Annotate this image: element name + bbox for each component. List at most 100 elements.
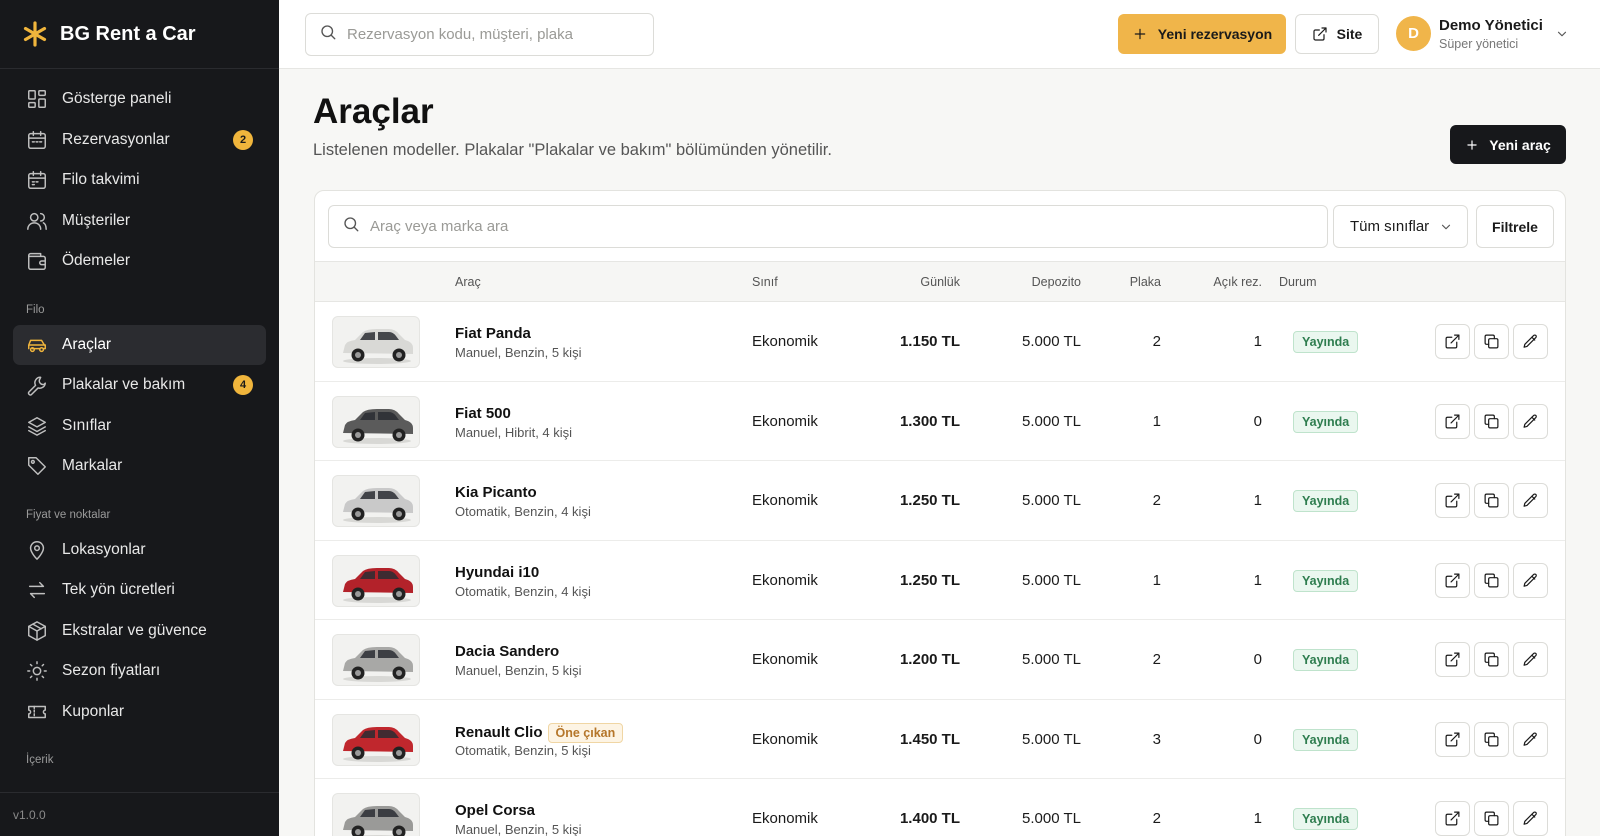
duplicate-button[interactable] (1474, 483, 1509, 518)
sidebar-item-label: Ödemeler (62, 252, 131, 269)
global-search[interactable] (305, 13, 654, 56)
reservations-count-badge: 2 (233, 129, 253, 150)
external-link-icon (1444, 731, 1461, 748)
car-name: Kia Picanto (455, 484, 537, 501)
deposit: 5.000 TL (1022, 333, 1081, 350)
edit-button[interactable] (1513, 483, 1548, 518)
car-thumbnail (332, 316, 420, 368)
daily-price: 1.450 TL (899, 730, 960, 748)
pencil-icon (1522, 333, 1539, 350)
sidebar-item-plates-maintenance[interactable]: Plakalar ve bakım 4 (13, 365, 266, 405)
dashboard-icon (26, 88, 48, 110)
column-header-plate: Plaka (1129, 275, 1161, 289)
sidebar-item-season-prices[interactable]: Sezon fiyatları (13, 651, 266, 691)
new-vehicle-button[interactable]: Yeni araç (1450, 125, 1566, 164)
new-vehicle-label: Yeni araç (1489, 136, 1551, 153)
vehicle-search-input[interactable] (370, 218, 1270, 235)
plate-count: 2 (1152, 333, 1161, 350)
duplicate-button[interactable] (1474, 642, 1509, 677)
sidebar-item-classes[interactable]: Sınıflar (13, 406, 266, 446)
sidebar-item-payments[interactable]: Ödemeler (13, 241, 266, 281)
class-select[interactable]: Tüm sınıflar (1333, 205, 1468, 248)
open-external-button[interactable] (1435, 403, 1470, 439)
sidebar-item-one-way-fees[interactable]: Tek yön ücretleri (13, 570, 266, 610)
status-badge: Yayında (1293, 490, 1359, 512)
copy-icon (1483, 333, 1500, 350)
brand-name: BG Rent a Car (60, 22, 196, 45)
sidebar-item-brands[interactable]: Markalar (13, 446, 266, 486)
sidebar-item-label: Ekstralar ve güvence (62, 621, 207, 639)
new-reservation-button[interactable]: Yeni rezervasyon (1118, 14, 1286, 54)
car-name: Dacia Sandero (455, 643, 560, 660)
sidebar-section-content: İçerik (26, 754, 54, 766)
column-header-open-reservations: Açık rez. (1213, 275, 1262, 289)
car-icon (26, 334, 48, 356)
sidebar-item-customers[interactable]: Müşteriler (13, 201, 266, 241)
global-search-input[interactable] (347, 26, 627, 43)
sidebar: BG Rent a Car Gösterge paneli Rezervasyo… (0, 0, 279, 836)
sidebar-item-fleet-calendar[interactable]: Filo takvimi (13, 160, 266, 200)
map-pin-icon (26, 539, 48, 561)
brand[interactable]: BG Rent a Car (0, 0, 279, 69)
plate-count: 2 (1152, 810, 1161, 827)
users-icon (26, 210, 48, 232)
site-button[interactable]: Site (1295, 14, 1379, 54)
duplicate-button[interactable] (1474, 324, 1509, 359)
duplicate-button[interactable] (1474, 562, 1509, 598)
open-reservations: 1 (1253, 492, 1262, 509)
sidebar-item-vehicles[interactable]: Araçlar (13, 324, 266, 365)
open-reservations: 0 (1253, 651, 1262, 668)
table-row: Opel Corsa Manuel, Benzin, 5 kişi Ekonom… (315, 779, 1565, 836)
external-link-icon (1312, 26, 1328, 42)
asterisk-logo-icon (22, 21, 48, 47)
daily-price: 1.400 TL (899, 810, 960, 827)
sun-icon (26, 660, 48, 682)
status-badge: Yayında (1293, 808, 1359, 830)
duplicate-button[interactable] (1474, 801, 1509, 836)
user-name: Demo Yönetici (1439, 16, 1543, 34)
vehicle-search[interactable] (328, 205, 1328, 248)
sidebar-section-fleet: Filo (26, 303, 45, 316)
page-subtitle: Listelenen modeller. Plakalar "Plakalar … (313, 141, 832, 159)
external-link-icon (1444, 413, 1461, 430)
user-menu[interactable]: D Demo Yönetici Süper yönetici (1396, 16, 1569, 51)
row-actions (1435, 721, 1548, 757)
copy-icon (1483, 413, 1500, 430)
edit-button[interactable] (1513, 721, 1548, 757)
sidebar-item-locations[interactable]: Lokasyonlar (13, 530, 266, 570)
search-icon (342, 215, 360, 238)
pencil-icon (1522, 731, 1539, 748)
edit-button[interactable] (1513, 801, 1548, 836)
open-external-button[interactable] (1435, 642, 1470, 677)
open-external-button[interactable] (1435, 324, 1470, 359)
edit-button[interactable] (1513, 403, 1548, 439)
sidebar-item-dashboard[interactable]: Gösterge paneli (13, 79, 266, 119)
open-external-button[interactable] (1435, 483, 1470, 518)
open-external-button[interactable] (1435, 721, 1470, 757)
car-specs: Otomatik, Benzin, 5 kişi (455, 742, 591, 758)
duplicate-button[interactable] (1474, 721, 1509, 757)
sidebar-item-extras-insurance[interactable]: Ekstralar ve güvence (13, 611, 266, 651)
plate-count: 1 (1152, 571, 1161, 589)
duplicate-button[interactable] (1474, 403, 1509, 439)
pencil-icon (1522, 492, 1539, 509)
edit-button[interactable] (1513, 562, 1548, 598)
sidebar-item-coupons[interactable]: Kuponlar (13, 692, 266, 732)
table-body: Fiat Panda Manuel, Benzin, 5 kişi Ekonom… (315, 302, 1565, 836)
filter-button[interactable]: Filtrele (1476, 205, 1554, 248)
sidebar-item-reservations[interactable]: Rezervasyonlar 2 (13, 120, 266, 160)
car-name: Renault Clio (455, 724, 543, 741)
car-class: Ekonomik (752, 333, 818, 350)
chevron-down-icon (1555, 27, 1569, 41)
row-actions (1435, 324, 1548, 359)
status-badge: Yayında (1293, 569, 1359, 592)
row-actions (1435, 403, 1548, 439)
open-external-button[interactable] (1435, 801, 1470, 836)
edit-button[interactable] (1513, 642, 1548, 677)
copy-icon (1483, 572, 1500, 589)
open-external-button[interactable] (1435, 562, 1470, 598)
edit-button[interactable] (1513, 324, 1548, 359)
wallet-icon (26, 250, 48, 272)
car-specs: Manuel, Benzin, 5 kişi (455, 663, 582, 678)
row-actions (1435, 642, 1548, 677)
